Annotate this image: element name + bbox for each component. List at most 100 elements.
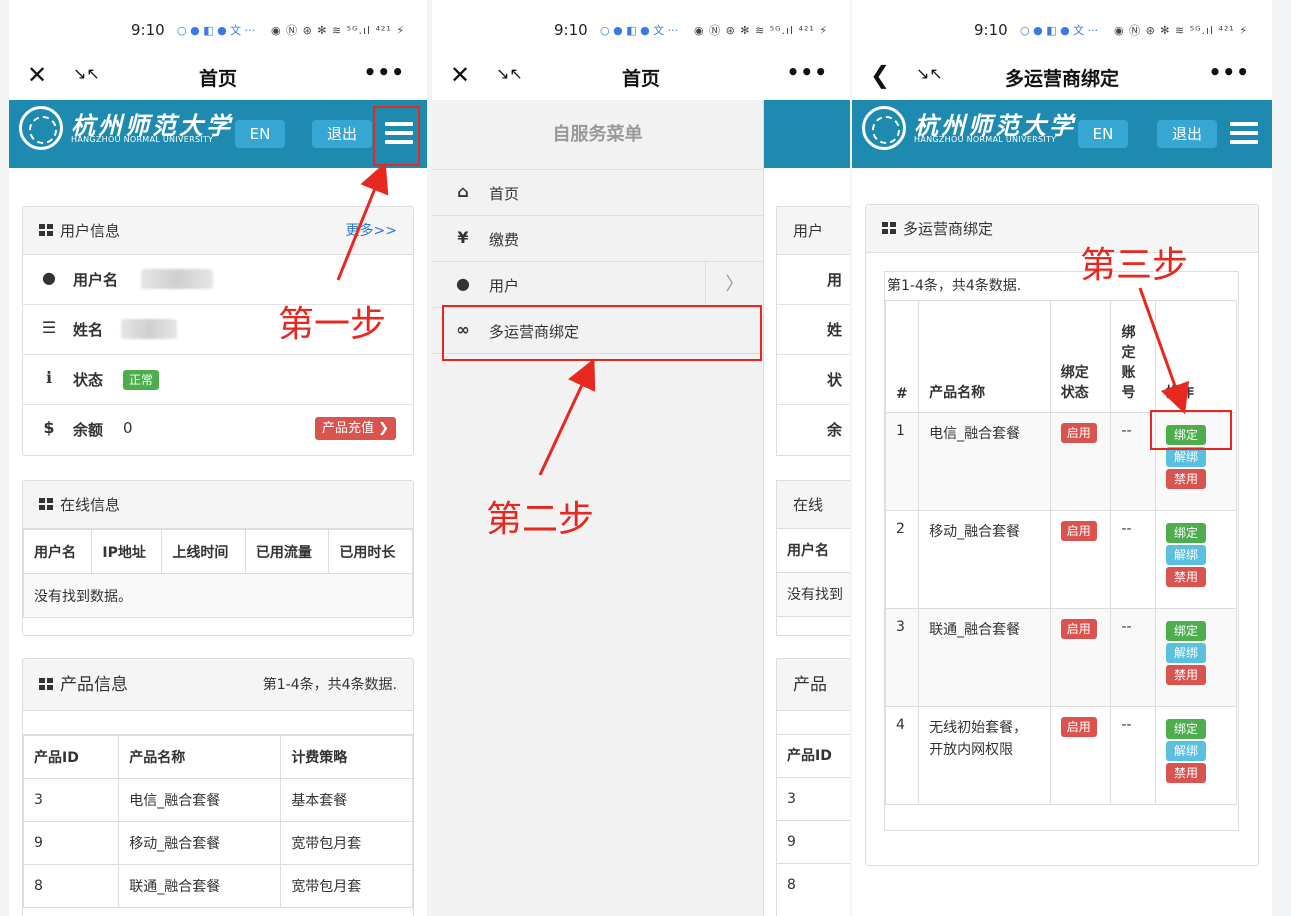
more-icon[interactable]: ••• — [787, 60, 828, 84]
logout-button[interactable]: 退出 — [1157, 120, 1217, 148]
menu-item-payment[interactable]: ¥ 缴费 — [432, 216, 763, 262]
chevron-right-icon[interactable]: 〉 — [705, 262, 763, 308]
cell: -- — [1110, 706, 1156, 805]
logout-button[interactable]: 退出 — [312, 120, 372, 148]
bind-button[interactable]: 绑定 — [1165, 523, 1206, 543]
grid-icon — [39, 498, 54, 511]
unbind-button[interactable]: 解绑 — [1165, 545, 1206, 565]
status-badge: 启用 — [1060, 423, 1097, 443]
col-header: 产品名称 — [918, 300, 1051, 413]
menu-label: 缴费 — [489, 231, 520, 249]
yen-icon: ¥ — [457, 228, 469, 247]
cell: 启用 — [1049, 706, 1112, 805]
peek-text: 产品ID — [777, 735, 850, 778]
panel-title: 在线信息 — [60, 496, 121, 514]
recharge-button[interactable]: 产品充值 ❯ — [314, 417, 396, 440]
bind-button[interactable]: 绑定 — [1165, 719, 1206, 739]
page-peek: 用户 用 姓 状 余 在线 用户名 没有找到 产品 产品ID 3 9 8 — [764, 100, 850, 916]
disable-button[interactable]: 禁用 — [1165, 665, 1206, 685]
status-badge: 正常 — [123, 370, 160, 390]
grid-icon — [39, 224, 54, 237]
cell: 2 — [884, 510, 920, 609]
cell: 启用 — [1049, 510, 1112, 609]
binding-panel: 多运营商绑定 第1-4条，共4条数据. # 产品名称 绑定状态 绑定账号 操作 … — [865, 204, 1259, 866]
unbind-button[interactable]: 解绑 — [1165, 643, 1206, 663]
col-header: # — [884, 300, 920, 413]
label-balance: 余额 — [73, 421, 104, 439]
status-badge: 启用 — [1060, 521, 1097, 541]
phone-screen-home: 9:10 ○ ● ◧ ● 文 ··· ◉ Ⓝ ⊛ ✻ ≋ ⁵ᴳ.ıl ⁴²¹ ⚡… — [9, 0, 427, 916]
cell: 1 — [884, 412, 920, 511]
menu-label: 首页 — [489, 185, 520, 203]
cell: 绑定 解绑 禁用 — [1154, 706, 1238, 805]
site-header: 杭州师范大学 HANGZHOU NORMAL UNIVERSITY EN 退出 — [852, 100, 1272, 168]
cell: 移动_融合套餐 — [118, 821, 282, 865]
table-row: 3 联通_融合套餐 启用 -- 绑定 解绑 禁用 — [884, 608, 1238, 707]
cell: 8 — [23, 864, 120, 908]
table-row: 4 无线初始套餐，开放内网权限 启用 -- 绑定 解绑 禁用 — [884, 706, 1238, 805]
unbind-button[interactable]: 解绑 — [1165, 741, 1206, 761]
cell: 无线初始套餐，开放内网权限 — [918, 706, 1051, 805]
col-header: 绑定账号 — [1110, 300, 1156, 413]
panel-title: 产品信息 — [60, 675, 128, 695]
online-table: 用户名 IP地址 上线时间 已用流量 已用时长 没有找到数据。 — [23, 529, 413, 618]
hamburger-menu-icon[interactable] — [1230, 122, 1258, 146]
panel-peek: 产品 产品ID 3 9 8 — [776, 658, 850, 916]
label-name: 姓名 — [73, 321, 104, 339]
col-header: 产品名称 — [118, 735, 282, 779]
list-icon: ☰ — [41, 318, 57, 337]
binding-table: # 产品名称 绑定状态 绑定账号 操作 1 电信_融合套餐 启用 -- 绑定 解绑 禁用 2 移… — [884, 300, 1238, 805]
menu-item-user[interactable]: ● 用户 〉 — [432, 262, 763, 308]
bind-button[interactable]: 绑定 — [1165, 621, 1206, 641]
cell: 电信_融合套餐 — [118, 778, 282, 822]
cell: 3 — [23, 778, 120, 822]
peek-text: 状 — [777, 355, 850, 405]
panel-heading: 产品信息 第1-4条，共4条数据. — [23, 659, 413, 711]
label-username: 用户名 — [73, 271, 119, 289]
disable-button[interactable]: 禁用 — [1165, 763, 1206, 783]
university-logo[interactable]: 杭州师范大学 HANGZHOU NORMAL UNIVERSITY — [862, 106, 1073, 152]
title-bar: ✕ ↘↖ 首页 ••• — [9, 54, 427, 98]
col-header: 用户名 — [23, 529, 93, 574]
drawer-title: 自服务菜单 — [432, 100, 763, 170]
status-bar: 9:10 ○ ● ◧ ● 文 ··· ◉ Ⓝ ⊛ ✻ ≋ ⁵ᴳ.ıl ⁴²¹ ⚡ — [9, 20, 427, 44]
header-peek — [764, 100, 850, 168]
user-icon: ● — [42, 268, 56, 287]
cell: 启用 — [1049, 412, 1112, 511]
spacer — [777, 711, 850, 735]
table-row: 9 移动_融合套餐 宽带包月套 — [23, 821, 413, 865]
peek-text: 没有找到 — [777, 573, 850, 617]
grid-icon — [882, 222, 897, 235]
panel-title: 多运营商绑定 — [903, 220, 994, 238]
more-icon[interactable]: ••• — [364, 60, 405, 84]
panel-heading: 在线信息 — [23, 481, 413, 529]
empty-message: 没有找到数据。 — [23, 573, 413, 618]
site-header: 杭州师范大学 HANGZHOU NORMAL UNIVERSITY EN 退出 — [9, 100, 427, 168]
table-row: 2 移动_融合套餐 启用 -- 绑定 解绑 禁用 — [884, 510, 1238, 609]
peek-text: 在线 — [777, 481, 850, 529]
online-info-panel: 在线信息 用户名 IP地址 上线时间 已用流量 已用时长 没有找到数据。 — [22, 480, 414, 636]
user-icon: ● — [456, 274, 470, 293]
university-logo[interactable]: 杭州师范大学 HANGZHOU NORMAL UNIVERSITY — [19, 106, 230, 152]
disable-button[interactable]: 禁用 — [1165, 567, 1206, 587]
cell: 绑定 解绑 禁用 — [1154, 510, 1238, 609]
cell: 基本套餐 — [280, 778, 413, 822]
step2-label: 第二步 — [486, 499, 595, 540]
status-bar: 9:10 ○ ● ◧ ● 文 ··· ◉ Ⓝ ⊛ ✻ ≋ ⁵ᴳ.ıl ⁴²¹ ⚡ — [432, 20, 850, 44]
more-link[interactable]: 更多>> — [346, 207, 397, 255]
unbind-button[interactable]: 解绑 — [1165, 447, 1206, 467]
en-button[interactable]: EN — [1078, 120, 1128, 148]
status-badge: 启用 — [1060, 717, 1097, 737]
peek-text: 余 — [827, 421, 843, 439]
en-button[interactable]: EN — [235, 120, 285, 148]
more-icon[interactable]: ••• — [1209, 60, 1250, 84]
row-balance: $ 余额 0 产品充值 ❯ — [23, 405, 413, 455]
product-table: 产品ID 产品名称 计费策略 3 电信_融合套餐 基本套餐 9 移动_融合套餐 宽带包月套 … — [23, 735, 413, 908]
cell: 启用 — [1049, 608, 1112, 707]
disable-button[interactable]: 禁用 — [1165, 469, 1206, 489]
dollar-icon: $ — [43, 418, 55, 437]
table-row: 3 电信_融合套餐 基本套餐 — [23, 778, 413, 822]
menu-item-home[interactable]: ⌂ 首页 — [432, 170, 763, 216]
col-header: 绑定状态 — [1049, 300, 1112, 413]
peek-text: 用户 — [777, 207, 850, 255]
